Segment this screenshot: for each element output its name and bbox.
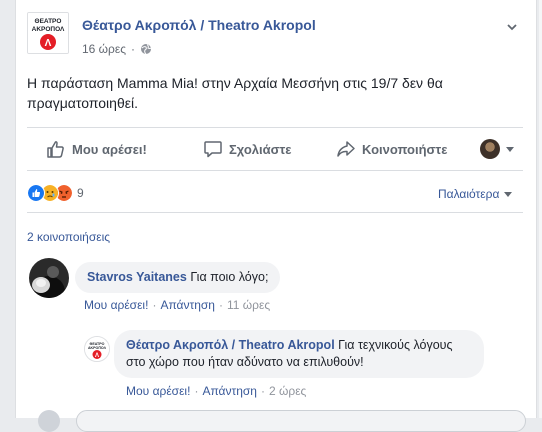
reply-actions: Μου αρέσει! · Απάντηση · 2 ώρες (126, 384, 306, 398)
meta-separator: · (131, 42, 136, 56)
reactions-count: 9 (77, 186, 84, 200)
reply-time[interactable]: 2 ώρες (269, 384, 306, 398)
chevron-down-icon (504, 191, 513, 197)
share-label: Κοινοποιήστε (362, 141, 448, 157)
post-card: ΘΕΑΤΡΟ ΑΚΡΟΠΟΛ Λ Θέατρο Ακροπόλ / Theatr… (15, 0, 537, 432)
page-name-link[interactable]: Θέατρο Ακροπόλ / Theatro Akropol (82, 17, 316, 33)
comment-text: Για ποιο λόγο; (186, 270, 269, 284)
reply-like-link[interactable]: Μου αρέσει! (126, 384, 190, 398)
globe-icon[interactable] (140, 43, 152, 55)
comment-author-link[interactable]: Stavros Yaitanes (87, 270, 187, 284)
reply-author-avatar[interactable]: ΘΕΑΤΡΟ ΑΚΡΟΠΟΛ Λ (84, 336, 110, 362)
svg-text:Λ: Λ (95, 353, 99, 359)
divider (27, 170, 523, 171)
svg-text:ΑΚΡΟΠΟΛ: ΑΚΡΟΠΟΛ (32, 26, 65, 33)
like-label: Μου αρέσει! (72, 141, 147, 157)
post-time[interactable]: 16 ώρες (82, 42, 126, 56)
comment-reply-link[interactable]: Απάντηση (160, 298, 215, 312)
comment-button[interactable]: Σχολιάστε (203, 137, 291, 161)
write-comment-input[interactable] (76, 410, 526, 432)
reactions-summary[interactable]: 9 (27, 184, 84, 202)
sort-label: Παλαιότερα (438, 187, 500, 201)
comment-label: Σχολιάστε (229, 141, 292, 157)
dropdown-caret-icon (506, 146, 514, 152)
divider (27, 212, 523, 213)
reply-author-link[interactable]: Θέατρο Ακροπόλ / Theatro Akropol (126, 338, 335, 352)
thumbs-up-icon (47, 141, 64, 158)
comment-sort-dropdown[interactable]: Παλαιότερα (438, 187, 513, 201)
post-options-chevron-icon[interactable] (505, 20, 519, 34)
comment-like-link[interactable]: Μου αρέσει! (84, 298, 148, 312)
divider (27, 127, 523, 128)
page-logo[interactable]: ΘΕΑΤΡΟ ΑΚΡΟΠΟΛ Λ (27, 12, 69, 54)
svg-text:Λ: Λ (45, 38, 52, 49)
post-text: Η παράσταση Mamma Mia! στην Αρχαία Μεσσή… (27, 75, 443, 111)
dot-separator: · (152, 298, 157, 312)
dot-separator: · (194, 384, 199, 398)
share-icon (337, 141, 355, 157)
akropol-logo-icon: ΘΕΑΤΡΟ ΑΚΡΟΠΟΛ Λ (85, 337, 109, 361)
dot-separator: · (260, 384, 265, 398)
post-as-selector[interactable] (480, 139, 514, 159)
like-button[interactable]: Μου αρέσει! (46, 137, 147, 161)
current-user-avatar (38, 410, 60, 432)
reply-bubble: Θέατρο Ακροπόλ / Theatro Akropol Για τεχ… (114, 330, 484, 378)
commenter-avatar[interactable] (29, 258, 69, 298)
comment-icon (204, 141, 222, 158)
comment-time[interactable]: 11 ώρες (227, 298, 270, 312)
like-reaction-icon (27, 184, 45, 202)
shares-link[interactable]: 2 κοινοποιήσεις (27, 230, 110, 244)
comment-actions: Μου αρέσει! · Απάντηση · 11 ώρες (84, 298, 270, 312)
akropol-logo-icon: ΘΕΑΤΡΟ ΑΚΡΟΠΟΛ Λ (28, 13, 68, 53)
reply-reply-link[interactable]: Απάντηση (202, 384, 257, 398)
svg-text:ΑΚΡΟΠΟΛ: ΑΚΡΟΠΟΛ (88, 346, 107, 350)
share-button[interactable]: Κοινοποιήστε (336, 137, 447, 161)
comment-bubble: Stavros Yaitanes Για ποιο λόγο; (75, 262, 281, 293)
viewer-avatar (480, 139, 500, 159)
svg-text:ΘΕΑΤΡΟ: ΘΕΑΤΡΟ (35, 18, 62, 25)
avatar-photo (29, 258, 69, 298)
dot-separator: · (218, 298, 223, 312)
post-meta: 16 ώρες · (82, 42, 152, 56)
